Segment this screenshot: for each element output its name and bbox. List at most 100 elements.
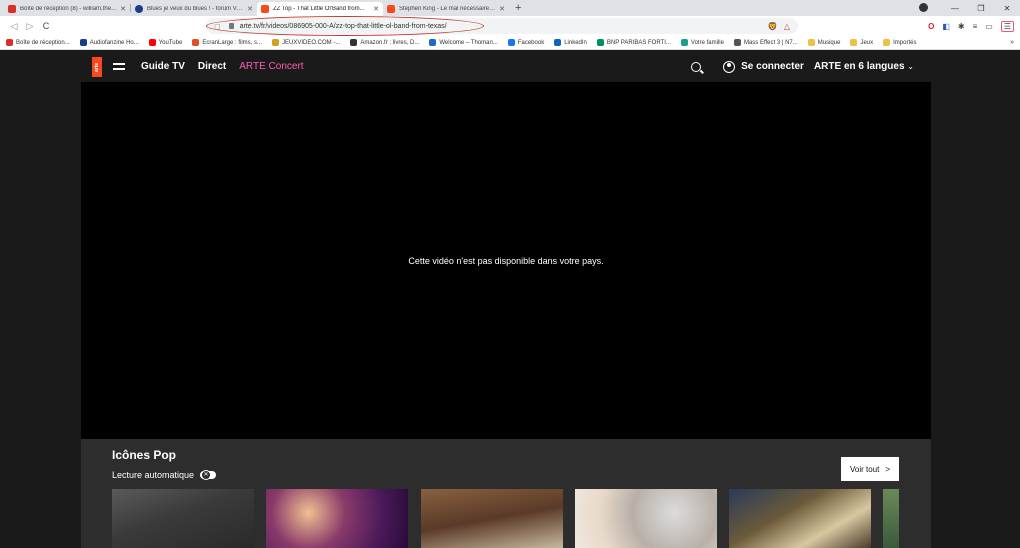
- extension-icon[interactable]: ◧: [942, 22, 950, 31]
- bookmark-label: Votre famille: [690, 39, 724, 46]
- tab-vox[interactable]: Blues je veux du blues ! - forum Vox d..…: [131, 2, 257, 16]
- bookmark-item[interactable]: Boîte de réception...: [6, 39, 70, 46]
- window-controls: — ❐ ✕: [916, 0, 1020, 16]
- arte-icon: [261, 5, 269, 13]
- bookmark-favicon-icon: [272, 39, 279, 46]
- arte-icon: [387, 5, 395, 13]
- bookmarks-more-button[interactable]: »: [1010, 39, 1014, 46]
- bookmark-item[interactable]: BNP PARIBAS FORTI...: [596, 39, 671, 46]
- url-text[interactable]: arte.tv/fr/videos/086905-000-A/zz-top-th…: [240, 23, 447, 30]
- bookmark-item[interactable]: Jeux: [850, 39, 873, 46]
- bookmark-favicon-icon: [350, 39, 358, 46]
- see-all-button[interactable]: Voir tout >: [841, 457, 899, 481]
- bookmark-label: Importés: [893, 39, 917, 46]
- bookmark-favicon-icon: [148, 39, 156, 46]
- bookmark-favicon-icon: [680, 39, 688, 46]
- arte-page: arte Guide TV Direct ARTE Concert Se con…: [0, 51, 1020, 548]
- bookmark-item[interactable]: JEUXVIDEO.COM -...: [272, 39, 340, 46]
- close-tab-icon[interactable]: ✕: [499, 5, 505, 13]
- rail-title: Icônes Pop: [112, 448, 177, 462]
- video-thumbnail[interactable]: [112, 489, 254, 548]
- profile-icon[interactable]: [916, 2, 942, 14]
- arte-logo[interactable]: arte: [92, 57, 102, 77]
- nav-direct[interactable]: Direct: [198, 61, 226, 72]
- back-button[interactable]: ◁: [6, 21, 22, 32]
- vox-icon: [135, 5, 143, 13]
- forward-button[interactable]: ▷: [22, 21, 38, 32]
- opera-extension-icon[interactable]: O: [928, 22, 934, 31]
- browser-toolbar: ◁ ▷ C ◻ arte.tv/fr/videos/086905-000-A/z…: [0, 16, 1020, 36]
- bookmark-label: YouTube: [158, 39, 183, 46]
- bookmarks-bar: Boîte de réception... Audiofanzine Ho... Y…: [0, 36, 1020, 50]
- autoplay-label: Lecture automatique: [112, 470, 195, 480]
- bookmark-label: BNP PARIBAS FORTI...: [606, 39, 671, 46]
- bookmark-item[interactable]: Musique: [807, 39, 841, 46]
- address-bar[interactable]: ◻ arte.tv/fr/videos/086905-000-A/zz-top-…: [206, 18, 798, 34]
- video-thumbnail[interactable]: [883, 489, 899, 548]
- search-icon[interactable]: [691, 61, 702, 72]
- bookmark-favicon-icon: [507, 39, 515, 46]
- bookmark-item[interactable]: YouTube: [148, 39, 183, 46]
- bookmark-label: EcranLarge : films, s...: [202, 39, 262, 46]
- new-tab-button[interactable]: +: [515, 2, 521, 14]
- bookmark-label: Welcome – Thoman...: [439, 39, 498, 46]
- video-thumbnail[interactable]: [729, 489, 871, 548]
- wallet-icon[interactable]: ▭: [985, 22, 993, 31]
- bookmark-label: JEUXVIDEO.COM -...: [282, 39, 341, 46]
- bookmark-label: Jeux: [860, 39, 874, 46]
- close-tab-icon[interactable]: ✕: [120, 5, 126, 13]
- tab-arte-stephen-king[interactable]: Stephen King - Le mal nécessaire - Re...…: [383, 2, 509, 16]
- bookmark-item[interactable]: Amazon.fr : livres, D...: [350, 39, 419, 46]
- hamburger-menu-icon[interactable]: [113, 63, 125, 70]
- close-tab-icon[interactable]: ✕: [247, 5, 253, 13]
- bookmark-item[interactable]: Audiofanzine Ho...: [79, 39, 139, 46]
- video-thumbnail[interactable]: [421, 489, 563, 548]
- bookmark-favicon-icon: [807, 39, 815, 46]
- bookmark-favicon-icon: [554, 39, 562, 46]
- language-selector[interactable]: ARTE en 6 langues ⌄: [814, 61, 914, 72]
- bookmark-star-icon[interactable]: ◻: [214, 22, 221, 31]
- bookmark-label: Audiofanzine Ho...: [89, 39, 139, 46]
- bookmark-item[interactable]: Mass Effect 3 | N7...: [733, 39, 798, 46]
- restore-button[interactable]: ❐: [968, 4, 994, 13]
- reload-button[interactable]: C: [38, 21, 54, 31]
- brave-rewards-icon[interactable]: △: [784, 22, 790, 31]
- autoplay-row: Lecture automatique: [112, 470, 217, 480]
- video-thumbnail[interactable]: [575, 489, 717, 548]
- bookmark-item[interactable]: EcranLarge : films, s...: [192, 39, 262, 46]
- bookmark-label: Musique: [817, 39, 841, 46]
- bookmark-item[interactable]: LinkedIn: [554, 39, 587, 46]
- extensions-puzzle-icon[interactable]: ✱: [958, 22, 965, 31]
- nav-arte-concert[interactable]: ARTE Concert: [239, 61, 303, 72]
- bookmark-favicon-icon: [79, 39, 87, 46]
- tab-arte-zztop[interactable]: ZZ Top - That Little Ol'Band from... ✕: [257, 2, 383, 16]
- reading-list-icon[interactable]: ≡: [973, 22, 978, 31]
- autoplay-toggle[interactable]: [200, 470, 217, 480]
- close-tab-icon[interactable]: ✕: [373, 5, 379, 13]
- bookmark-label: Amazon.fr : livres, D...: [360, 39, 420, 46]
- tab-gmail[interactable]: Boîte de réception (8) - william.thebu..…: [4, 2, 130, 16]
- bookmark-favicon-icon: [883, 39, 891, 46]
- user-icon[interactable]: [723, 60, 736, 73]
- video-thumbnail[interactable]: [266, 489, 408, 548]
- bookmark-item[interactable]: Facebook: [507, 39, 544, 46]
- login-link[interactable]: Se connecter: [741, 61, 804, 72]
- minimize-button[interactable]: —: [942, 4, 968, 13]
- bookmark-label: LinkedIn: [564, 39, 587, 46]
- bookmark-favicon-icon: [429, 39, 437, 46]
- menu-icon[interactable]: ☰: [1000, 20, 1014, 32]
- brave-shield-icon[interactable]: 🦁: [768, 22, 778, 31]
- chevron-down-icon: ⌄: [907, 62, 914, 71]
- video-player[interactable]: Cette vidéo n'est pas disponible dans vo…: [81, 82, 931, 439]
- chevron-right-icon: >: [885, 464, 891, 474]
- see-all-label: Voir tout: [849, 464, 880, 474]
- nav-guide-tv[interactable]: Guide TV: [141, 61, 185, 72]
- bookmark-item[interactable]: Votre famille: [680, 39, 724, 46]
- bookmark-label: Mass Effect 3 | N7...: [743, 39, 798, 46]
- lock-icon[interactable]: [228, 23, 234, 29]
- bookmark-item[interactable]: Welcome – Thoman...: [429, 39, 498, 46]
- close-window-button[interactable]: ✕: [994, 4, 1020, 13]
- tab-strip: Boîte de réception (8) - william.thebu..…: [0, 0, 1020, 16]
- gmail-icon: [8, 5, 16, 13]
- bookmark-item[interactable]: Importés: [883, 39, 916, 46]
